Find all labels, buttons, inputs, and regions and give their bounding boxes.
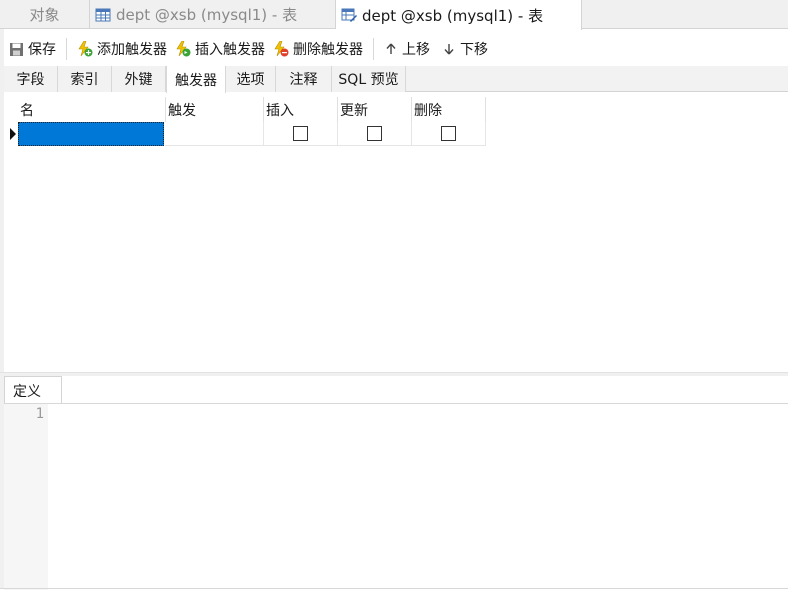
tab-foreign-keys[interactable]: 外键 xyxy=(112,66,166,92)
line-number: 1 xyxy=(35,406,44,422)
tab-comments[interactable]: 注释 xyxy=(276,66,332,92)
column-header-update[interactable]: 更新 xyxy=(338,97,412,122)
column-header-fires[interactable]: 触发 xyxy=(166,97,264,122)
tab-options-label: 选项 xyxy=(236,72,265,88)
trigger-fires-cell[interactable] xyxy=(165,122,264,146)
column-header-insert[interactable]: 插入 xyxy=(264,97,338,122)
trigger-name-cell[interactable] xyxy=(18,122,164,146)
trigger-insert-cell xyxy=(264,122,338,146)
column-header-delete-label: 删除 xyxy=(414,102,442,119)
tab-sql-preview[interactable]: SQL 预览 xyxy=(332,66,406,92)
tab-dept-table-1-label: dept @xsb (mysql1) - 表 xyxy=(116,6,298,24)
tab-indexes[interactable]: 索引 xyxy=(58,66,112,92)
tab-fields[interactable]: 字段 xyxy=(4,66,58,92)
delete-trigger-label: 删除触发器 xyxy=(293,42,363,58)
move-up-label: 上移 xyxy=(402,42,430,58)
tab-sql-preview-label: SQL 预览 xyxy=(338,72,399,88)
trigger-update-cell xyxy=(338,122,412,146)
insert-trigger-icon xyxy=(175,41,191,57)
column-header-delete[interactable]: 删除 xyxy=(412,97,486,122)
arrow-down-icon xyxy=(442,42,456,56)
column-header-insert-label: 插入 xyxy=(266,102,294,119)
tab-indexes-label: 索引 xyxy=(70,72,99,88)
delete-trigger-button[interactable]: 删除触发器 xyxy=(269,36,367,62)
insert-checkbox[interactable] xyxy=(293,126,308,141)
save-button[interactable]: 保存 xyxy=(5,36,60,62)
insert-trigger-button[interactable]: 插入触发器 xyxy=(171,36,269,62)
move-down-button[interactable]: 下移 xyxy=(438,36,492,62)
update-checkbox[interactable] xyxy=(367,126,382,141)
tab-fields-label: 字段 xyxy=(16,72,45,88)
delete-checkbox[interactable] xyxy=(441,126,456,141)
tab-definition-label: 定义 xyxy=(13,383,41,400)
tab-options[interactable]: 选项 xyxy=(226,66,276,92)
tab-objects[interactable]: 对象 xyxy=(0,0,90,29)
bottom-border xyxy=(0,588,788,589)
move-up-button[interactable]: 上移 xyxy=(380,36,434,62)
table-design-icon xyxy=(341,7,357,23)
table-icon xyxy=(95,7,111,23)
add-trigger-label: 添加触发器 xyxy=(97,42,167,58)
tab-objects-label: 对象 xyxy=(29,6,60,24)
add-trigger-icon xyxy=(77,41,93,57)
toolbar: 保存 添加触发器 插入触发器 删除触发器 上移 下移 xyxy=(0,34,788,64)
tab-triggers[interactable]: 触发器 xyxy=(166,66,226,93)
pane-splitter[interactable] xyxy=(0,372,788,376)
tab-comments-label: 注释 xyxy=(289,72,318,88)
tab-dept-table-1[interactable]: dept @xsb (mysql1) - 表 xyxy=(90,0,336,29)
column-header-update-label: 更新 xyxy=(340,102,368,119)
add-trigger-button[interactable]: 添加触发器 xyxy=(73,36,171,62)
definition-editor[interactable] xyxy=(48,404,788,588)
tab-dept-table-design[interactable]: dept @xsb (mysql1) - 表 xyxy=(336,0,582,30)
current-row-indicator-icon xyxy=(10,128,16,140)
tab-dept-table-design-label: dept @xsb (mysql1) - 表 xyxy=(362,6,544,25)
insert-trigger-label: 插入触发器 xyxy=(195,42,265,58)
save-icon xyxy=(9,42,24,57)
move-down-label: 下移 xyxy=(460,42,488,58)
toolbar-separator xyxy=(373,38,374,60)
column-header-name[interactable]: 名 xyxy=(18,97,166,122)
trigger-delete-cell xyxy=(412,122,486,146)
document-tab-bar: 对象 dept @xsb (mysql1) - 表 dept @xsb (mys… xyxy=(0,0,788,30)
delete-trigger-icon xyxy=(273,41,289,57)
line-number-gutter xyxy=(4,404,48,590)
tab-definition[interactable]: 定义 xyxy=(4,376,62,404)
tab-triggers-label: 触发器 xyxy=(175,72,217,89)
tab-foreign-keys-label: 外键 xyxy=(124,72,153,88)
toolbar-separator xyxy=(66,38,67,60)
arrow-up-icon xyxy=(384,42,398,56)
save-label: 保存 xyxy=(28,42,56,58)
object-tab-bar: 字段 索引 外键 触发器 选项 注释 SQL 预览 xyxy=(4,66,788,93)
column-header-fires-label: 触发 xyxy=(168,102,196,119)
column-header-name-label: 名 xyxy=(20,102,34,119)
